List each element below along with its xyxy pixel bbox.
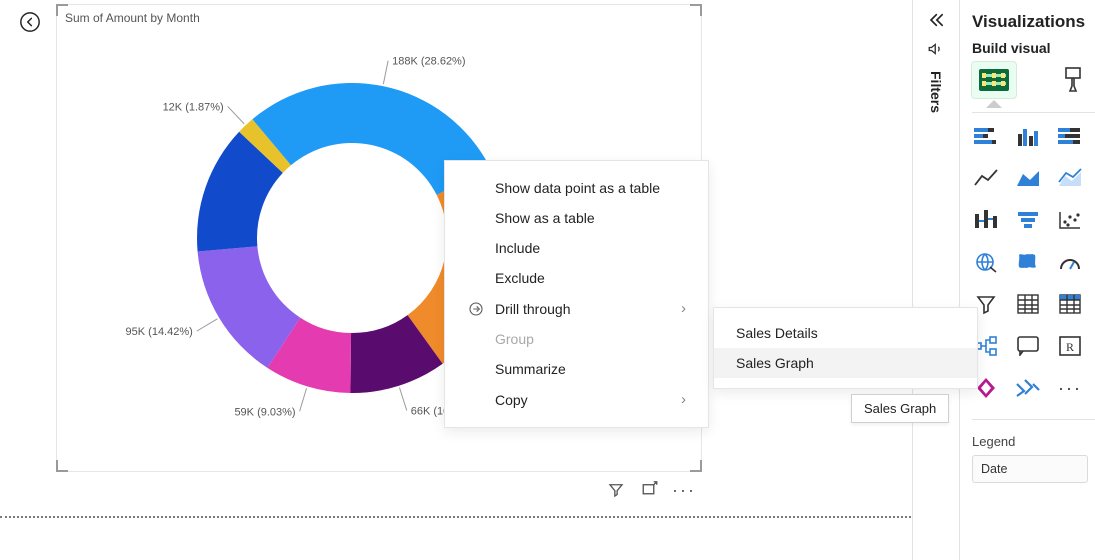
visualizations-title: Visualizations: [972, 12, 1095, 32]
legend-field-date: Date: [981, 462, 1007, 476]
viz-r-script[interactable]: R: [1056, 333, 1084, 359]
tab-format-visual[interactable]: [1062, 65, 1084, 95]
filters-label[interactable]: Filters: [928, 71, 944, 113]
slice-label: 59K (9.03%): [234, 406, 295, 418]
selection-handle-br[interactable]: [690, 460, 702, 472]
page-divider: [0, 516, 911, 518]
context-menu: Show data point as a table Show as a tab…: [444, 160, 709, 428]
viz-clustered-column[interactable]: [1014, 123, 1042, 149]
ctx-copy[interactable]: Copy ›: [445, 384, 708, 415]
drill-through-icon: [467, 301, 485, 317]
viz-line-area[interactable]: [1056, 165, 1084, 191]
drill-sales-graph[interactable]: Sales Graph: [714, 348, 977, 378]
viz-stacked-bar[interactable]: [972, 123, 1000, 149]
slice-label: 188K (28.62%): [392, 56, 465, 68]
tab-build-visual[interactable]: [972, 62, 1016, 98]
drill-sales-details[interactable]: Sales Details: [714, 318, 977, 348]
viz-table[interactable]: [1014, 291, 1042, 317]
announce-icon[interactable]: [927, 40, 945, 63]
slice-label: 12K (1.87%): [163, 101, 224, 113]
ctx-include[interactable]: Include: [445, 233, 708, 263]
build-visual-label: Build visual: [972, 40, 1095, 56]
selection-handle-bl[interactable]: [56, 460, 68, 472]
more-options-icon[interactable]: ···: [675, 481, 693, 499]
legend-field-well[interactable]: Date: [972, 455, 1088, 483]
viz-more-icon[interactable]: ···: [1056, 375, 1084, 401]
drill-through-submenu: Sales Details Sales Graph: [713, 307, 978, 389]
viz-stacked-bar-100[interactable]: [1056, 123, 1084, 149]
viz-area[interactable]: [1014, 165, 1042, 191]
viz-matrix[interactable]: [1056, 291, 1084, 317]
viz-filled-map[interactable]: [1014, 249, 1042, 275]
chevron-right-icon: ›: [681, 300, 686, 317]
ctx-summarize[interactable]: Summarize: [445, 354, 708, 384]
expand-filters-icon[interactable]: [922, 6, 950, 34]
tooltip: Sales Graph: [851, 394, 949, 423]
chart-title: Sum of Amount by Month: [65, 11, 200, 25]
slice-label: 95K (14.42%): [126, 326, 193, 338]
viz-line[interactable]: [972, 165, 1000, 191]
viz-globe-map[interactable]: [972, 249, 1000, 275]
ctx-drill-through[interactable]: Drill through ›: [445, 293, 708, 324]
ctx-show-data-point[interactable]: Show data point as a table: [445, 173, 708, 203]
legend-section-label: Legend: [972, 434, 1095, 449]
filters-pane-collapsed: Filters: [912, 0, 960, 560]
svg-text:R: R: [1066, 340, 1074, 354]
visualizations-gallery: R ···: [972, 123, 1095, 405]
filter-icon[interactable]: [607, 481, 625, 499]
viz-qa[interactable]: [1014, 333, 1042, 359]
focus-mode-icon[interactable]: [641, 481, 659, 499]
back-arrow[interactable]: [18, 10, 42, 34]
visual-action-bar: ···: [607, 481, 693, 499]
ctx-exclude[interactable]: Exclude: [445, 263, 708, 293]
selection-handle-tr[interactable]: [690, 4, 702, 16]
ctx-show-as-table[interactable]: Show as a table: [445, 203, 708, 233]
chevron-right-icon: ›: [681, 391, 686, 408]
viz-funnel[interactable]: [1014, 207, 1042, 233]
viz-scatter[interactable]: [1056, 207, 1084, 233]
viz-ribbon[interactable]: [972, 207, 1000, 233]
viz-paginated[interactable]: [1014, 375, 1042, 401]
viz-gauge[interactable]: [1056, 249, 1084, 275]
visualizations-pane: Visualizations Build visual: [960, 0, 1095, 560]
ctx-group: Group: [445, 324, 708, 354]
